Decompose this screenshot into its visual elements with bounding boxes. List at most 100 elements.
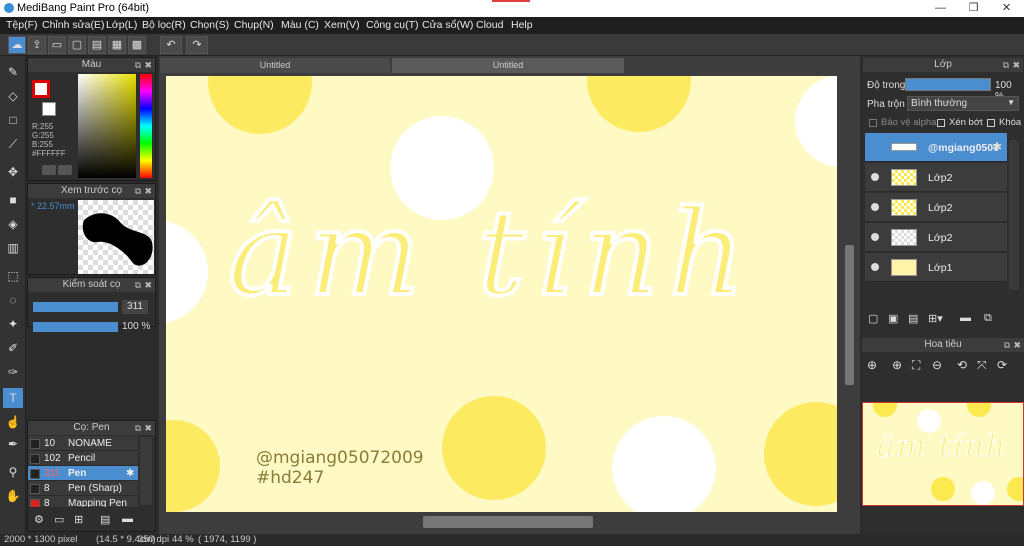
brush-folder-icon[interactable]: ▬ — [122, 513, 133, 525]
brush-size-slider[interactable] — [33, 302, 118, 312]
zoom-in-icon[interactable]: ⊕ — [867, 358, 877, 372]
brush-list-item[interactable]: 102 Pencil — [28, 451, 138, 466]
fill-rect-tool-icon[interactable]: ■ — [3, 190, 23, 210]
menu-window[interactable]: Cửa sổ(W) — [422, 19, 473, 31]
minimize-button[interactable]: — — [924, 0, 957, 17]
brush-size-value[interactable]: 311 — [122, 300, 148, 314]
layer-row-selected[interactable]: @mgiang0507 ✱ — [865, 133, 1007, 162]
protect-alpha-checkbox[interactable] — [869, 119, 877, 127]
clipping-checkbox[interactable] — [937, 119, 945, 127]
menu-cloud[interactable]: Cloud — [476, 19, 503, 31]
horizontal-scrollbar[interactable] — [166, 514, 837, 530]
layer-row[interactable]: Lớp2 — [865, 163, 1007, 192]
visibility-icon[interactable] — [871, 173, 879, 181]
document-icon[interactable]: ▤ — [88, 36, 106, 54]
menu-edit[interactable]: Chỉnh sửa(E) — [42, 19, 104, 31]
tab-untitled-2[interactable]: Untitled — [392, 58, 624, 73]
brush-settings-icon[interactable]: ⚙ — [34, 513, 44, 526]
move-tool-icon[interactable]: ✥ — [3, 162, 23, 182]
select-pen-icon[interactable]: ✐ — [3, 338, 23, 358]
visibility-icon[interactable] — [871, 203, 879, 211]
menu-help[interactable]: Help — [511, 19, 533, 31]
layer-row[interactable]: Lớp1 — [865, 253, 1007, 282]
gear-icon[interactable]: ✱ — [992, 140, 1002, 154]
brush-list-item[interactable]: 10 NONAME — [28, 436, 138, 451]
popout-icon[interactable]: ⧉ — [1004, 338, 1010, 352]
visibility-icon[interactable] — [871, 263, 879, 271]
brush-tool-icon[interactable]: ✎ — [3, 62, 23, 82]
rectangle-tool-icon[interactable]: □ — [3, 110, 23, 130]
redo-icon[interactable]: ↷ — [186, 36, 208, 54]
menu-tools[interactable]: Công cụ(T) — [366, 19, 419, 31]
comment-icon[interactable]: ▭ — [48, 36, 66, 54]
palette-add-button[interactable] — [58, 165, 72, 175]
undo-icon[interactable]: ↶ — [160, 36, 182, 54]
brush-list-scrollbar[interactable] — [140, 437, 152, 505]
menu-color[interactable]: Màu (C) — [281, 19, 319, 31]
flip-icon[interactable]: ⤧ — [977, 358, 987, 373]
dropper-tool-icon[interactable]: ✒ — [3, 434, 23, 454]
layer-row[interactable]: Lớp2 — [865, 193, 1007, 222]
eraser-tool-icon[interactable]: ◇ — [3, 86, 23, 106]
new-halftone-layer-icon[interactable]: ▣ — [888, 312, 898, 325]
visibility-icon[interactable] — [871, 233, 879, 241]
brush-list-item[interactable]: 8 Mapping Pen — [28, 496, 138, 508]
menu-view[interactable]: Xem(V) — [324, 19, 360, 31]
vertical-scroll-thumb[interactable] — [845, 245, 854, 385]
operation-tool-icon[interactable]: ☝ — [3, 412, 23, 432]
drawing-canvas[interactable]: âm tính @mgiang05072009 #hd247 — [166, 76, 837, 512]
layer-list-scrollbar[interactable] — [1009, 140, 1019, 290]
zoom-out-icon[interactable]: ⊖ — [932, 358, 942, 372]
menu-file[interactable]: Tệp(F) — [6, 19, 38, 31]
close-icon[interactable]: ✖ — [1013, 338, 1021, 352]
maximize-button[interactable]: ❐ — [957, 0, 990, 17]
zoom-in-alt-icon[interactable]: ⊕ — [892, 358, 902, 372]
gradient-tool-icon[interactable]: ▥ — [3, 238, 23, 258]
menu-capture[interactable]: Chụp(N) — [234, 19, 274, 31]
layer-opacity-slider[interactable] — [905, 78, 991, 91]
magic-wand-icon[interactable]: ✦ — [3, 314, 23, 334]
add-brush-icon[interactable]: ⊞ — [74, 513, 83, 526]
horizontal-scroll-thumb[interactable] — [423, 516, 593, 528]
hand-tool-icon[interactable]: ✋ — [3, 486, 23, 506]
blend-mode-select[interactable]: Bình thường ▼ — [907, 96, 1019, 111]
menu-layer[interactable]: Lớp(L) — [106, 19, 137, 31]
close-icon[interactable]: ✖ — [144, 421, 152, 435]
share-icon[interactable]: ⇪ — [28, 36, 46, 54]
select-rect-icon[interactable]: ⬚ — [3, 266, 23, 286]
gear-icon[interactable]: ✱ — [126, 466, 134, 481]
brush-list-item[interactable]: 8 Pen (Sharp) — [28, 481, 138, 496]
popout-icon[interactable]: ⧉ — [135, 278, 141, 292]
hue-slider[interactable] — [140, 74, 152, 178]
close-icon[interactable]: ✖ — [1012, 58, 1020, 72]
palette-button[interactable] — [42, 165, 56, 175]
new-layer-icon[interactable]: ▢ — [868, 312, 878, 325]
panel-icon[interactable]: ▦ — [108, 36, 126, 54]
rotate-right-icon[interactable]: ⟳ — [997, 358, 1007, 372]
popout-icon[interactable]: ⧉ — [135, 421, 141, 435]
select-eraser-icon[interactable]: ✑ — [3, 362, 23, 382]
brush-list-item-selected[interactable]: 311 Pen ✱ — [28, 466, 138, 481]
foreground-color-swatch[interactable] — [32, 80, 50, 98]
close-icon[interactable]: ✖ — [144, 184, 152, 198]
saturation-value-picker[interactable] — [78, 74, 136, 178]
grid-icon[interactable]: ▩ — [128, 36, 146, 54]
lasso-tool-icon[interactable]: ◌ — [3, 290, 23, 310]
close-icon[interactable]: ✖ — [144, 278, 152, 292]
popout-icon[interactable]: ⧉ — [135, 58, 141, 72]
menu-filter[interactable]: Bộ lọc(R) — [142, 19, 186, 31]
vertical-scrollbar[interactable] — [843, 76, 856, 512]
popout-icon[interactable]: ⧉ — [135, 184, 141, 198]
brush-opacity-slider[interactable] — [33, 322, 118, 332]
new-8bit-layer-icon[interactable]: ▤ — [908, 312, 918, 325]
tab-untitled-1[interactable]: Untitled — [160, 58, 390, 73]
add-layer-menu-icon[interactable]: ⊞▾ — [928, 312, 943, 325]
eyedropper-icon[interactable]: ⚲ — [3, 462, 23, 482]
rotate-left-icon[interactable]: ⟲ — [957, 358, 967, 372]
chat-icon[interactable]: ▢ — [68, 36, 86, 54]
fit-screen-icon[interactable]: ⛶ — [912, 358, 920, 373]
popout-icon[interactable]: ⧉ — [1003, 58, 1009, 72]
menu-select[interactable]: Chọn(S) — [190, 19, 229, 31]
new-brush-icon[interactable]: ▭ — [54, 513, 64, 526]
close-icon[interactable]: ✖ — [144, 58, 152, 72]
